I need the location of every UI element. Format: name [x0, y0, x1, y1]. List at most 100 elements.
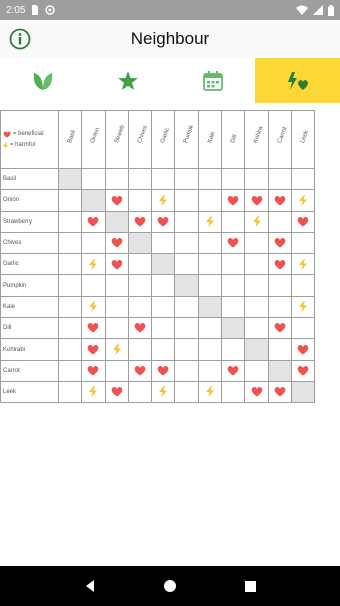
grid-cell[interactable] — [57, 210, 83, 233]
grid-cell[interactable] — [197, 274, 223, 297]
grid-cell[interactable] — [244, 295, 269, 319]
grid-cell[interactable] — [151, 167, 176, 191]
grid-cell[interactable] — [151, 359, 176, 382]
grid-cell[interactable] — [151, 338, 176, 361]
grid-cell[interactable] — [174, 167, 199, 191]
grid-cell[interactable] — [197, 380, 223, 404]
grid-cell[interactable] — [81, 167, 106, 191]
grid-cell[interactable] — [127, 167, 153, 191]
grid-cell[interactable] — [221, 359, 246, 382]
grid-cell[interactable] — [221, 317, 246, 340]
grid-cell[interactable] — [197, 359, 223, 382]
grid-cell[interactable] — [81, 231, 106, 255]
grid-cell[interactable] — [127, 253, 153, 276]
grid-cell[interactable] — [197, 253, 223, 276]
grid-cell[interactable] — [197, 210, 223, 233]
grid-cell[interactable] — [127, 359, 153, 382]
grid-cell[interactable] — [57, 359, 83, 382]
recents-icon[interactable] — [244, 580, 257, 593]
grid-cell[interactable] — [221, 231, 246, 255]
grid-cell[interactable] — [221, 189, 246, 212]
grid-cell[interactable] — [57, 317, 83, 340]
grid-cell[interactable] — [244, 167, 269, 191]
grid-cell[interactable] — [197, 295, 223, 319]
grid-cell[interactable] — [151, 380, 176, 404]
tab-calendar[interactable] — [170, 58, 255, 103]
grid-cell[interactable] — [151, 253, 176, 276]
grid-cell[interactable] — [174, 274, 199, 297]
grid-cell[interactable] — [290, 380, 316, 404]
grid-cell[interactable] — [174, 317, 199, 340]
grid-cell[interactable] — [267, 359, 292, 382]
grid-cell[interactable] — [127, 189, 153, 212]
grid-cell[interactable] — [127, 380, 153, 404]
grid-cell[interactable] — [244, 189, 269, 212]
info-icon[interactable] — [9, 28, 31, 50]
grid-cell[interactable] — [197, 167, 223, 191]
grid-cell[interactable] — [151, 210, 176, 233]
grid-cell[interactable] — [174, 359, 199, 382]
grid-cell[interactable] — [244, 210, 269, 233]
grid-cell[interactable] — [290, 231, 316, 255]
grid-cell[interactable] — [127, 338, 153, 361]
grid-cell[interactable] — [81, 338, 106, 361]
grid-cell[interactable] — [81, 380, 106, 404]
grid-cell[interactable] — [57, 167, 83, 191]
grid-cell[interactable] — [197, 338, 223, 361]
grid-cell[interactable] — [267, 231, 292, 255]
tab-pests[interactable] — [85, 58, 170, 103]
grid-cell[interactable] — [57, 231, 83, 255]
grid-cell[interactable] — [151, 295, 176, 319]
grid-cell[interactable] — [104, 317, 129, 340]
grid-cell[interactable] — [290, 295, 316, 319]
grid-cell[interactable] — [267, 338, 292, 361]
home-icon[interactable] — [163, 579, 177, 593]
grid-cell[interactable] — [174, 295, 199, 319]
grid-cell[interactable] — [221, 274, 246, 297]
grid-cell[interactable] — [244, 359, 269, 382]
grid-cell[interactable] — [127, 274, 153, 297]
grid-cell[interactable] — [127, 210, 153, 233]
grid-cell[interactable] — [290, 274, 316, 297]
grid-cell[interactable] — [104, 231, 129, 255]
grid-cell[interactable] — [127, 231, 153, 255]
grid-cell[interactable] — [57, 253, 83, 276]
grid-cell[interactable] — [267, 317, 292, 340]
grid-cell[interactable] — [151, 274, 176, 297]
grid-cell[interactable] — [57, 295, 83, 319]
grid-cell[interactable] — [244, 317, 269, 340]
grid-cell[interactable] — [244, 253, 269, 276]
grid-cell[interactable] — [81, 189, 106, 212]
tab-neighbours[interactable] — [255, 58, 340, 103]
grid-cell[interactable] — [151, 317, 176, 340]
grid-cell[interactable] — [221, 380, 246, 404]
grid-cell[interactable] — [81, 210, 106, 233]
grid-cell[interactable] — [244, 380, 269, 404]
grid-cell[interactable] — [104, 380, 129, 404]
grid-cell[interactable] — [221, 210, 246, 233]
grid-cell[interactable] — [197, 317, 223, 340]
grid-cell[interactable] — [127, 295, 153, 319]
grid-cell[interactable] — [290, 359, 316, 382]
grid-cell[interactable] — [267, 189, 292, 212]
grid-cell[interactable] — [290, 317, 316, 340]
grid-cell[interactable] — [290, 253, 316, 276]
grid-cell[interactable] — [81, 253, 106, 276]
grid-cell[interactable] — [151, 189, 176, 212]
grid-cell[interactable] — [174, 231, 199, 255]
grid-cell[interactable] — [174, 338, 199, 361]
grid-cell[interactable] — [221, 167, 246, 191]
grid-cell[interactable] — [174, 210, 199, 233]
grid-cell[interactable] — [290, 167, 316, 191]
grid-cell[interactable] — [104, 253, 129, 276]
grid-cell[interactable] — [197, 189, 223, 212]
grid-cell[interactable] — [174, 189, 199, 212]
grid-cell[interactable] — [81, 317, 106, 340]
grid-cell[interactable] — [221, 295, 246, 319]
grid-cell[interactable] — [197, 231, 223, 255]
grid-cell[interactable] — [57, 189, 83, 212]
grid-cell[interactable] — [267, 274, 292, 297]
grid-cell[interactable] — [81, 295, 106, 319]
grid-cell[interactable] — [290, 338, 316, 361]
grid-cell[interactable] — [244, 231, 269, 255]
